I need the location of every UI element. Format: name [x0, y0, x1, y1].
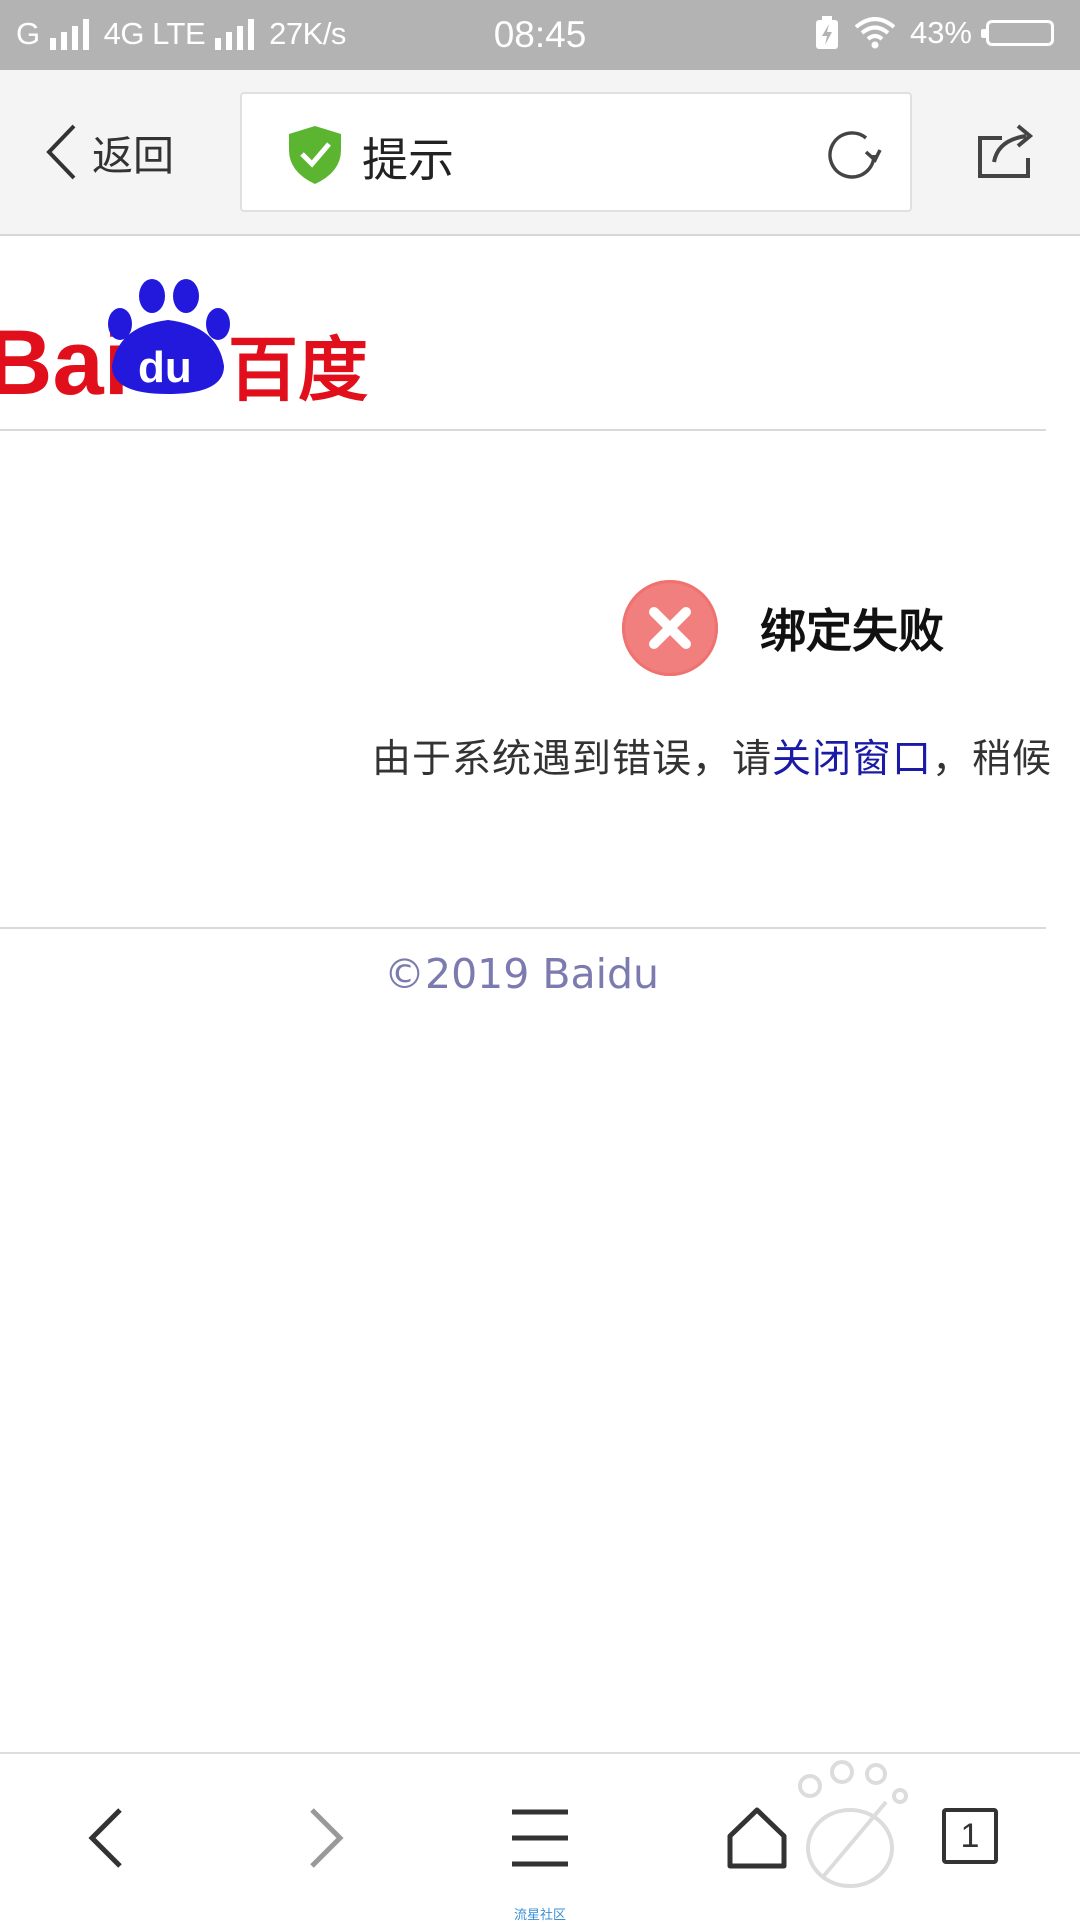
copyright-text: ©2019 Baidu — [384, 950, 660, 998]
page-title: 提示 — [362, 133, 454, 187]
battery-icon — [981, 20, 1054, 46]
chevron-left-icon — [46, 124, 76, 180]
menu-icon[interactable] — [510, 1806, 570, 1870]
battery-percent: 43% — [909, 15, 972, 50]
home-icon[interactable] — [726, 1806, 788, 1870]
back-arrow-icon[interactable] — [86, 1806, 126, 1870]
error-message-suffix: ，稍候 — [932, 737, 1053, 782]
logo-paw-text: du — [138, 343, 192, 392]
header-divider — [0, 429, 1046, 431]
address-bar[interactable]: 提示 — [240, 92, 912, 212]
error-title: 绑定失败 — [760, 604, 944, 658]
status-right: 43% — [800, 15, 1054, 51]
logo-cn-text: 百度 — [228, 329, 368, 402]
back-label: 返回 — [92, 132, 174, 180]
status-bar: G 4G LTE 27K/s 08:45 43% — [0, 0, 1080, 70]
forward-arrow-icon[interactable] — [306, 1806, 346, 1870]
bottom-toolbar: 1 流星社区 — [0, 1752, 1080, 1923]
footer-divider — [0, 927, 1046, 929]
tabs-button[interactable]: 1 — [942, 1808, 998, 1864]
error-x-icon — [622, 580, 718, 676]
back-button[interactable]: 返回 — [44, 122, 174, 182]
paw-watermark-icon — [798, 1760, 908, 1888]
error-message-prefix: 由于系统遇到错误，请 — [372, 737, 773, 782]
baidu-logo: Bai du 百度 — [0, 262, 380, 414]
shield-icon — [289, 126, 341, 184]
error-heading: 绑定失败 — [622, 580, 944, 676]
share-icon[interactable] — [976, 124, 1036, 180]
community-label: 流星社区 — [513, 1908, 566, 1923]
browser-nav-bar: 返回 提示 — [0, 70, 1080, 236]
wifi-icon — [854, 17, 896, 49]
close-window-link[interactable]: 关闭窗口 — [772, 737, 932, 782]
error-message: 由于系统遇到错误，请关闭窗口，稍候 — [372, 728, 1052, 784]
charging-icon — [815, 16, 838, 49]
refresh-icon[interactable] — [826, 128, 882, 182]
